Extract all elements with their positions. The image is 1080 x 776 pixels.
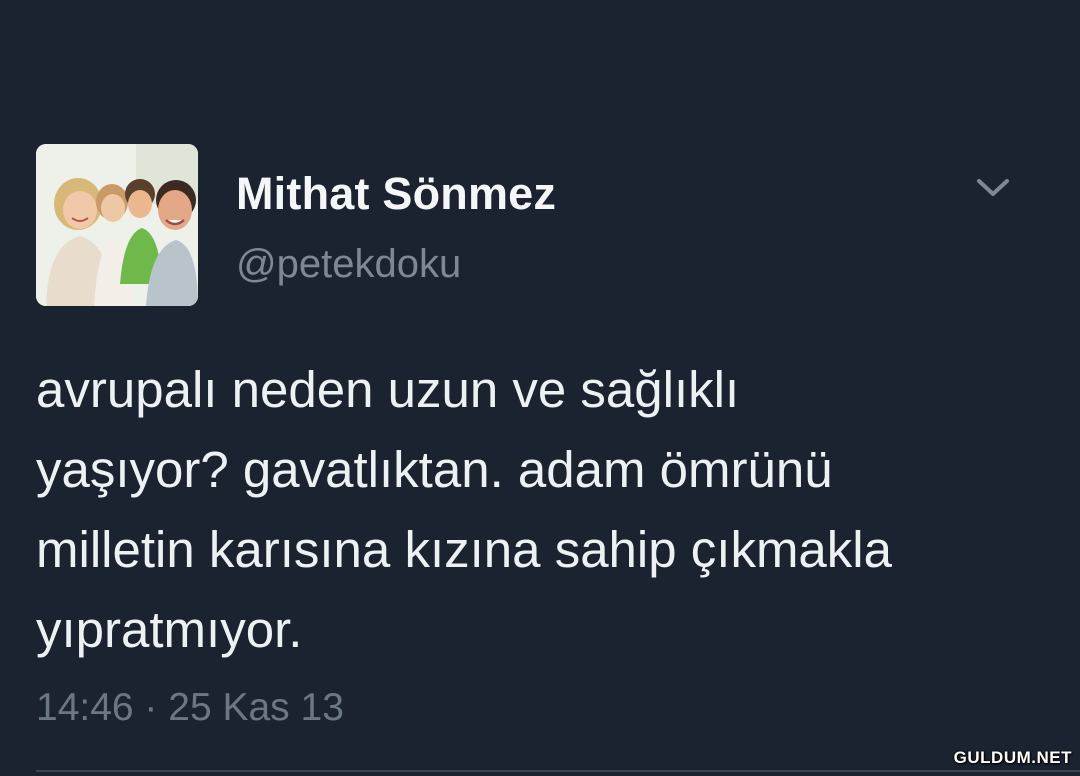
tweet-text-line: yaşıyor? gavatlıktan. adam ömrünü — [36, 441, 833, 498]
tweet-timestamp[interactable]: 14:46 · 25 Kas 13 — [36, 686, 344, 730]
avatar[interactable] — [36, 144, 198, 306]
watermark: GULDUM.NET — [953, 748, 1072, 767]
chevron-down-icon[interactable] — [973, 172, 1013, 204]
tweet-card: Mithat Sönmez @petekdoku avrupalı neden … — [0, 0, 1080, 776]
tweet-text: avrupalı neden uzun ve sağlıklı yaşıyor?… — [36, 350, 1056, 670]
display-name[interactable]: Mithat Sönmez — [236, 168, 556, 220]
family-photo-avatar-icon — [36, 144, 198, 306]
tweet-text-line: milletin karısına kızına sahip çıkmakla — [36, 521, 892, 578]
user-handle[interactable]: @petekdoku — [236, 242, 461, 287]
divider — [36, 770, 1080, 772]
tweet-text-line: yıpratmıyor. — [36, 601, 303, 658]
tweet-text-line: avrupalı neden uzun ve sağlıklı — [36, 361, 740, 418]
